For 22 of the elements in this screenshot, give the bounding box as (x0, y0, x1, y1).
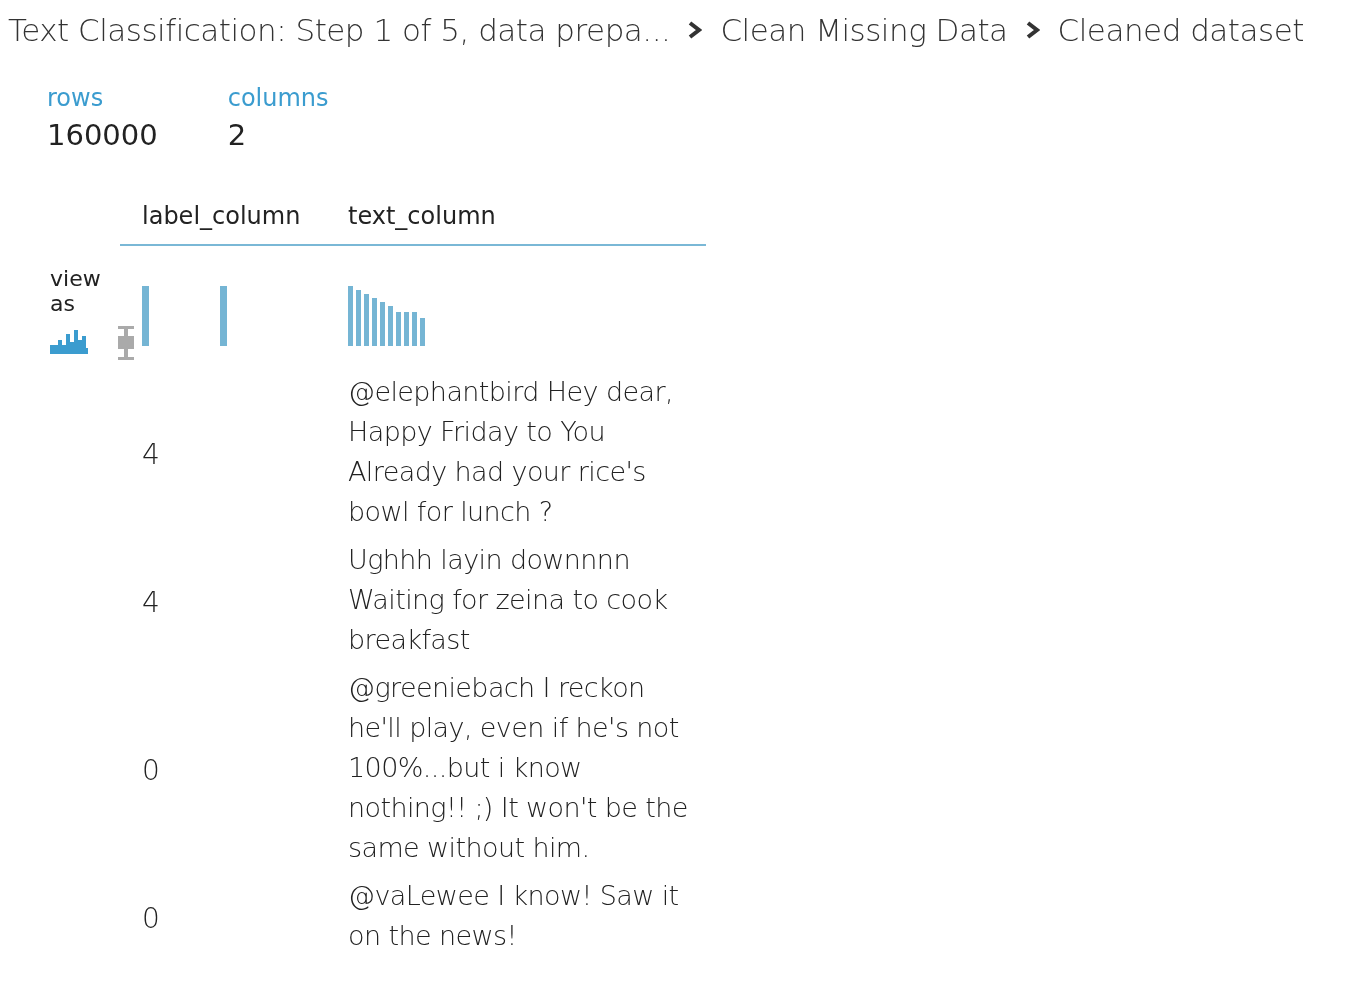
stat-label: rows (47, 84, 105, 112)
stat-label: columns (227, 84, 329, 112)
table-cell-text: 0 (141, 900, 161, 937)
table-cell-text: 4 (141, 584, 161, 621)
table-cell-text: @elephantbird Hey dear, Happy Friday to You Already had your rice's bowl for lunch ? (347, 375, 674, 529)
table-cell-text: @greeniebach I reckon he'll play, even if he's not 100%...but i know nothing!! ;) It won't be the same without him. (347, 671, 689, 865)
column-header[interactable]: label_column (120, 192, 326, 246)
table-cell-text: 0 (141, 752, 161, 789)
table-cell-text: 4 (141, 436, 161, 473)
view-as-label: view as (50, 266, 102, 316)
view-option[interactable] (116, 326, 136, 360)
stat-value: 2 (227, 118, 248, 152)
stat-value: 160000 (47, 118, 158, 152)
breadcrumb-item[interactable]: Clean Missing Data (720, 12, 1008, 48)
table-cell-text: Ughhh layin downnnn Waiting for zeina to cook breakfast (347, 543, 669, 657)
chevron-icon (688, 21, 703, 39)
column-header[interactable]: text_column (326, 192, 706, 246)
chevron-icon (1025, 21, 1040, 39)
box-plot-icon (116, 326, 136, 360)
breadcrumb-item[interactable]: Cleaned dataset (1057, 12, 1304, 48)
table-cell-text: @vaLewee I know! Saw it on the news! (347, 879, 680, 953)
breadcrumb-item[interactable]: Text Classification: Step 1 of 5, data prepa... (8, 12, 671, 48)
